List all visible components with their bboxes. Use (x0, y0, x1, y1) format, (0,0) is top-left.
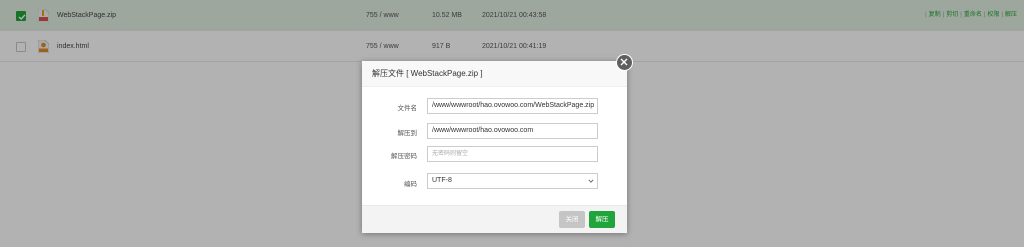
dialog-title: 解压文件 [ WebStackPage.zip ] (362, 61, 627, 87)
encoding-select[interactable]: UTF-8 (427, 173, 598, 189)
password-field[interactable]: 无密码则留空 (427, 146, 598, 162)
dialog-footer: 关闭 解压 (362, 205, 627, 233)
chevron-down-icon (588, 179, 594, 183)
extract-button[interactable]: 解压 (589, 211, 615, 228)
close-icon[interactable] (616, 54, 633, 71)
extract-to-field[interactable]: /www/wwwroot/hao.ovowoo.com (427, 123, 598, 139)
password-label: 解压密码 (391, 153, 417, 160)
encoding-value: UTF-8 (432, 177, 452, 184)
cancel-button[interactable]: 关闭 (559, 211, 585, 228)
extract-to-label: 解压到 (397, 130, 418, 137)
extract-dialog: 解压文件 [ WebStackPage.zip ] 文件名 /www/wwwro… (362, 61, 627, 233)
encoding-label: 编码 (404, 181, 417, 188)
filename-field[interactable]: /www/wwwroot/hao.ovowoo.com/WebStackPage… (427, 98, 598, 114)
filename-label: 文件名 (397, 105, 418, 112)
